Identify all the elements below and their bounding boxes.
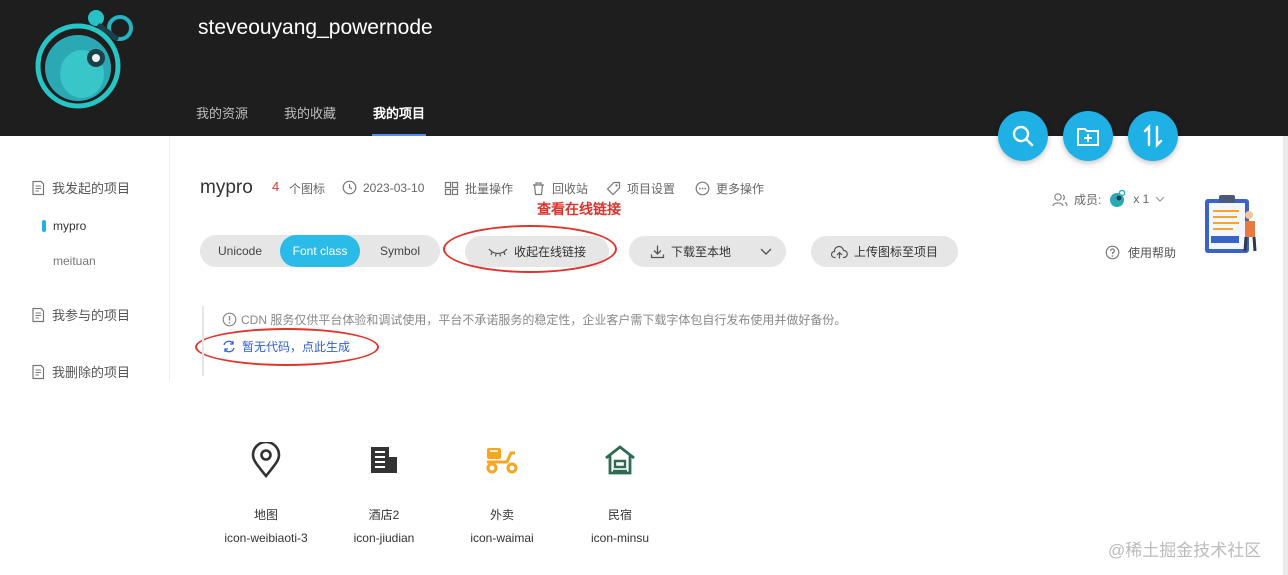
icon-name: 民宿 <box>607 508 632 522</box>
tab-my-projects[interactable]: 我的项目 <box>372 103 427 136</box>
avatar[interactable] <box>30 6 140 116</box>
help-link[interactable]: 使用帮助 <box>1105 244 1176 261</box>
project-title: mypro <box>200 177 253 198</box>
batch-operation-button[interactable]: 批量操作 <box>444 180 513 197</box>
search-button[interactable] <box>998 111 1048 161</box>
members-icon <box>1052 192 1068 206</box>
icon-code: icon-waimai <box>470 531 534 545</box>
header-tabs: 我的资源 我的收藏 我的项目 <box>196 103 427 136</box>
batch-operation-label: 批量操作 <box>465 182 514 196</box>
members-label: 成员: <box>1074 192 1102 207</box>
generate-code-link[interactable]: 暂无代码，点此生成 <box>222 338 350 355</box>
batch-icon <box>444 181 459 196</box>
sidebar-item-meituan[interactable]: meituan <box>53 254 96 268</box>
clock-icon <box>342 180 357 195</box>
more-operations-button[interactable]: 更多操作 <box>695 180 764 197</box>
refresh-icon <box>223 340 235 353</box>
notice-divider <box>202 306 204 376</box>
code-format-selector: Unicode Font class Symbol <box>200 235 440 267</box>
scrollbar-track[interactable] <box>1283 136 1288 575</box>
new-folder-button[interactable] <box>1063 111 1113 161</box>
annotation-label: 查看在线链接 <box>537 201 621 217</box>
homestay-icon <box>605 445 635 475</box>
more-icon <box>695 181 710 196</box>
document-icon <box>32 364 45 379</box>
icon-code: icon-minsu <box>590 531 650 545</box>
sidebar-group-initiated[interactable]: 我发起的项目 <box>30 178 130 197</box>
page: steveouyang_powernode 我的资源 我的收藏 我的项目 我发起… <box>0 0 1288 575</box>
tab-my-resources[interactable]: 我的资源 <box>196 103 248 136</box>
help-icon <box>1105 245 1120 260</box>
chevron-down-icon <box>1155 196 1165 202</box>
map-pin-icon <box>251 442 281 478</box>
project-date: 2023-03-10 <box>342 180 424 195</box>
tab-my-favorites[interactable]: 我的收藏 <box>284 103 336 136</box>
folder-add-icon <box>1077 128 1099 146</box>
clipboard-illustration <box>1205 195 1257 253</box>
download-button[interactable]: 下载至本地 <box>629 236 786 267</box>
icon-name: 酒店2 <box>368 508 400 522</box>
download-icon <box>650 245 665 259</box>
recycle-bin-label: 回收站 <box>552 182 589 196</box>
document-icon <box>32 180 45 195</box>
tab-symbol[interactable]: Symbol <box>360 235 440 267</box>
icon-code: icon-weibiaoti-3 <box>224 531 308 545</box>
sidebar: 我发起的项目 mypro meituan 我参与的项目 我删除的项目 <box>0 136 170 381</box>
icon-card[interactable]: 酒店2 icon-jiudian <box>329 440 439 545</box>
info-icon <box>222 312 237 327</box>
sidebar-group-participated-label: 我参与的项目 <box>52 308 131 323</box>
username: steveouyang_powernode <box>198 16 433 39</box>
upload-icons-button[interactable]: 上传图标至项目 <box>811 236 958 267</box>
sidebar-group-initiated-label: 我发起的项目 <box>52 181 131 196</box>
generate-code-label: 暂无代码，点此生成 <box>242 340 351 354</box>
project-settings-button[interactable]: 项目设置 <box>606 180 675 197</box>
help-label: 使用帮助 <box>1128 246 1177 260</box>
project-date-label: 2023-03-10 <box>363 180 425 195</box>
icon-count-unit-label: 个图标 <box>289 182 326 196</box>
tab-font-class[interactable]: Font class <box>280 235 360 267</box>
chevron-down-icon[interactable] <box>760 247 772 256</box>
icon-name: 地图 <box>253 508 278 522</box>
search-icon <box>1012 125 1034 147</box>
delivery-scooter-icon <box>486 448 518 474</box>
sidebar-group-deleted[interactable]: 我删除的项目 <box>30 362 130 381</box>
sidebar-item-mypro[interactable]: mypro <box>41 219 86 233</box>
cdn-notice-text: CDN 服务仅供平台体验和调试使用，平台不承诺服务的稳定性，企业客户需下载字体包… <box>241 313 847 327</box>
icon-name: 外卖 <box>489 508 514 522</box>
download-label: 下载至本地 <box>671 245 732 259</box>
member-avatar <box>1110 189 1126 207</box>
tag-icon <box>606 181 621 196</box>
hotel-icon <box>371 447 397 473</box>
annotation-ellipse-link <box>443 225 617 273</box>
sort-button[interactable] <box>1128 111 1178 161</box>
icon-card[interactable]: 民宿 icon-minsu <box>565 440 675 545</box>
sort-icon <box>1143 124 1163 148</box>
project-settings-label: 项目设置 <box>627 182 676 196</box>
trash-icon <box>533 182 544 196</box>
more-operations-label: 更多操作 <box>716 182 765 196</box>
members[interactable]: 成员: x 1 <box>1052 189 1165 209</box>
tab-unicode[interactable]: Unicode <box>200 235 280 267</box>
recycle-bin-button[interactable]: 回收站 <box>531 180 588 197</box>
icon-card[interactable]: 外卖 icon-waimai <box>447 440 557 545</box>
sidebar-group-participated[interactable]: 我参与的项目 <box>30 305 130 324</box>
icon-card[interactable]: 地图 icon-weibiaoti-3 <box>211 440 321 545</box>
cloud-upload-icon <box>830 245 848 258</box>
document-icon <box>32 307 45 322</box>
icon-count: 4 <box>272 179 280 194</box>
watermark: @稀土掘金技术社区 <box>1108 541 1262 560</box>
cdn-notice: CDN 服务仅供平台体验和调试使用，平台不承诺服务的稳定性，企业客户需下载字体包… <box>222 311 846 328</box>
upload-icons-label: 上传图标至项目 <box>853 245 938 259</box>
members-count: x 1 <box>1133 192 1150 206</box>
sidebar-group-deleted-label: 我删除的项目 <box>52 365 131 380</box>
icon-count-unit: 个图标 <box>289 180 325 197</box>
icon-code: icon-jiudian <box>353 531 415 545</box>
